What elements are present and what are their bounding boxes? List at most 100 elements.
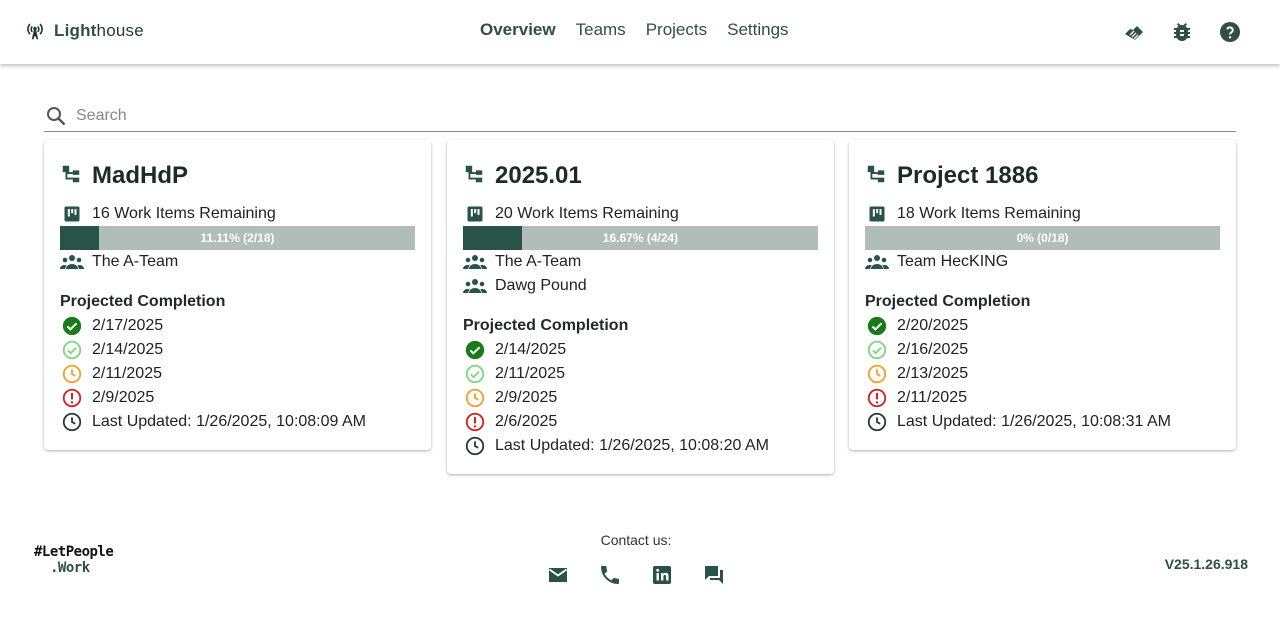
project-card[interactable]: MadHdP 16 Work Items Remaining 11.11% (2…	[44, 140, 431, 450]
team-row[interactable]: The A-Team	[60, 250, 415, 274]
hierarchy-icon	[60, 163, 82, 190]
forecast-row-risky: 2/11/2025	[60, 362, 415, 386]
header-actions	[1120, 18, 1244, 46]
bug-icon[interactable]	[1168, 18, 1196, 46]
project-title-row: Project 1886	[865, 158, 1220, 194]
search-input[interactable]	[76, 106, 1176, 125]
main-nav: Overview Teams Projects Settings	[470, 18, 799, 42]
error-icon	[463, 410, 487, 434]
last-updated: Last Updated: 1/26/2025, 10:08:09 AM	[92, 413, 366, 430]
hierarchy-icon	[463, 163, 485, 190]
nav-teams[interactable]: Teams	[566, 18, 636, 42]
clock-icon	[865, 410, 889, 434]
project-name[interactable]: 2025.01	[495, 162, 582, 190]
last-updated-row: Last Updated: 1/26/2025, 10:08:20 AM	[463, 434, 818, 458]
team-name[interactable]: The A-Team	[495, 253, 581, 271]
board-icon	[463, 202, 487, 226]
last-updated: Last Updated: 1/26/2025, 10:08:20 AM	[495, 437, 769, 454]
forecast-row-certain: 2/14/2025	[463, 338, 818, 362]
forecast-date: 2/14/2025	[495, 341, 567, 358]
email-icon[interactable]	[544, 561, 572, 589]
app-header: Lighthouse Overview Teams Projects Setti…	[0, 0, 1280, 64]
progress-text: 0% (0/18)	[1016, 231, 1069, 245]
forecast-row-unlikely: 2/6/2025	[463, 410, 818, 434]
forecast-row-risky: 2/9/2025	[463, 386, 818, 410]
clock-warning-icon	[463, 386, 487, 410]
nav-projects[interactable]: Projects	[636, 18, 717, 42]
progress-bar: 11.11% (2/18)	[60, 226, 415, 250]
footer-brand-line1: #LetPeople	[34, 544, 114, 560]
phone-icon[interactable]	[596, 561, 624, 589]
check-circle-outline-icon	[463, 362, 487, 386]
handshake-icon[interactable]	[1120, 18, 1148, 46]
check-circle-icon	[463, 338, 487, 362]
app-version: V25.1.26.918	[1164, 556, 1248, 572]
last-updated-row: Last Updated: 1/26/2025, 10:08:31 AM	[865, 410, 1220, 434]
lighthouse-icon	[24, 20, 46, 42]
project-name[interactable]: Project 1886	[897, 162, 1038, 190]
clock-icon	[463, 434, 487, 458]
progress-bar: 16.67% (4/24)	[463, 226, 818, 250]
forecast-date: 2/11/2025	[92, 365, 162, 382]
project-card[interactable]: Project 1886 18 Work Items Remaining 0% …	[849, 140, 1236, 450]
forecast-row-certain: 2/17/2025	[60, 314, 415, 338]
progress-text: 11.11% (2/18)	[200, 231, 275, 245]
board-icon	[865, 202, 889, 226]
forecast-row-likely: 2/16/2025	[865, 338, 1220, 362]
footer-brand-line2: .Work	[50, 560, 90, 576]
project-title-row: MadHdP	[60, 158, 415, 194]
contact-label: Contact us:	[600, 532, 672, 548]
forecast-date: 2/11/2025	[495, 365, 565, 382]
work-items-remaining: 16 Work Items Remaining	[92, 205, 276, 222]
projected-completion-heading: Projected Completion	[865, 293, 1031, 310]
footer-brand[interactable]: #LetPeople .Work	[34, 544, 114, 576]
progress-text: 16.67% (4/24)	[602, 231, 679, 245]
check-circle-icon	[865, 314, 889, 338]
forecast-date: 2/20/2025	[897, 317, 969, 334]
team-row[interactable]: Dawg Pound	[463, 274, 818, 298]
project-name[interactable]: MadHdP	[92, 162, 188, 190]
linkedin-icon[interactable]	[648, 561, 676, 589]
forecast-row-risky: 2/13/2025	[865, 362, 1220, 386]
groups-icon	[60, 250, 84, 274]
board-icon	[60, 202, 84, 226]
forecast-date: 2/6/2025	[495, 413, 558, 430]
check-circle-outline-icon	[865, 338, 889, 362]
progress-bar: 0% (0/18)	[865, 226, 1220, 250]
chat-icon[interactable]	[700, 561, 728, 589]
forecast-date: 2/13/2025	[897, 365, 969, 382]
forecast-row-likely: 2/14/2025	[60, 338, 415, 362]
project-card[interactable]: 2025.01 20 Work Items Remaining 16.67% (…	[447, 140, 834, 474]
help-icon[interactable]	[1216, 18, 1244, 46]
forecast-row-certain: 2/20/2025	[865, 314, 1220, 338]
app-logo[interactable]: Lighthouse	[24, 20, 144, 42]
projected-completion-heading: Projected Completion	[463, 317, 629, 334]
work-items-remaining: 20 Work Items Remaining	[495, 205, 679, 222]
projected-completion-heading: Projected Completion	[60, 293, 226, 310]
search-bar	[44, 100, 1236, 132]
groups-icon	[865, 250, 889, 274]
forecast-row-likely: 2/11/2025	[463, 362, 818, 386]
team-row[interactable]: The A-Team	[463, 250, 818, 274]
forecast-date: 2/17/2025	[92, 317, 164, 334]
error-icon	[60, 386, 84, 410]
nav-settings[interactable]: Settings	[717, 18, 798, 42]
error-icon	[865, 386, 889, 410]
hierarchy-icon	[865, 163, 887, 190]
contact-section: Contact us:	[548, 531, 723, 589]
forecast-date: 2/16/2025	[897, 341, 969, 358]
groups-icon	[463, 274, 487, 298]
team-name[interactable]: The A-Team	[92, 253, 178, 271]
clock-icon	[60, 410, 84, 434]
work-items-row: 16 Work Items Remaining	[60, 202, 415, 226]
team-row[interactable]: Team HecKING	[865, 250, 1220, 274]
app-name: Lighthouse	[54, 21, 144, 40]
check-circle-outline-icon	[60, 338, 84, 362]
work-items-row: 20 Work Items Remaining	[463, 202, 818, 226]
team-name[interactable]: Dawg Pound	[495, 277, 587, 295]
forecast-date: 2/11/2025	[897, 389, 967, 406]
last-updated-row: Last Updated: 1/26/2025, 10:08:09 AM	[60, 410, 415, 434]
nav-overview[interactable]: Overview	[470, 18, 566, 42]
team-name[interactable]: Team HecKING	[897, 253, 1008, 271]
groups-icon	[463, 250, 487, 274]
